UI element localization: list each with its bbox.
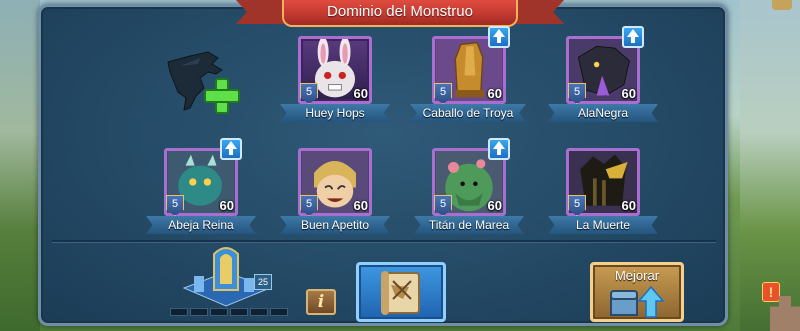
power-value: 60 (621, 86, 636, 101)
upgrade-arrow-icon (622, 26, 644, 48)
monster-card[interactable]: 5 60 Abeja Reina (136, 138, 256, 238)
monster-card[interactable]: 5 60 Huey Hops (270, 36, 390, 126)
power-value: 60 (353, 198, 368, 213)
background-left (0, 0, 40, 331)
monster-card[interactable]: 5 60 Titán de Marea (404, 138, 524, 238)
panel-divider (52, 240, 716, 242)
monster-card[interactable]: 5 60 Caballo de Troya (404, 26, 526, 126)
power-value: 60 (487, 86, 502, 101)
power-value: 60 (487, 198, 502, 213)
monster-name: Caballo de Troya (410, 104, 526, 122)
progress-segment (250, 308, 268, 316)
upgrade-arrow-icon (488, 138, 510, 160)
monster-name: Huey Hops (280, 104, 390, 122)
upgrade-arrow-icon (220, 138, 242, 160)
monster-name: Abeja Reina (146, 216, 256, 234)
progress-segment (230, 308, 248, 316)
upgrade-arrow-icon (488, 26, 510, 48)
progress-segment (210, 308, 228, 316)
map-scroll-icon (381, 271, 420, 315)
monster-card[interactable]: 5 60 AlaNegra (538, 26, 658, 126)
monster-name: Buen Apetito (280, 216, 390, 234)
monster-map-button[interactable] (356, 262, 446, 322)
monster-name: AlaNegra (548, 104, 658, 122)
alert-badge[interactable]: ! (762, 282, 780, 302)
hoard-progress-bar (170, 308, 288, 316)
progress-segment (270, 308, 288, 316)
power-value: 60 (621, 198, 636, 213)
monster-name: La Muerte (548, 216, 658, 234)
info-button[interactable]: i (306, 289, 336, 315)
page-title: Dominio del Monstruo (282, 0, 518, 27)
progress-segment (190, 308, 208, 316)
monster-card[interactable]: 5 60 La Muerte (538, 148, 658, 238)
power-value: 60 (353, 86, 368, 101)
corner-tab[interactable] (772, 0, 792, 10)
upgrade-button[interactable]: Mejorar (590, 262, 684, 322)
upgrade-button-label: Mejorar (614, 268, 660, 283)
power-value: 60 (219, 198, 234, 213)
progress-segment (170, 308, 188, 316)
chest-upgrade-icon (610, 285, 665, 318)
monster-card[interactable]: 5 60 Buen Apetito (270, 148, 390, 238)
monster-name: Titán de Marea (414, 216, 524, 234)
add-monster-slot[interactable] (160, 48, 245, 118)
hoard-level-badge: 25 (254, 274, 272, 290)
add-plus-icon (204, 78, 240, 114)
